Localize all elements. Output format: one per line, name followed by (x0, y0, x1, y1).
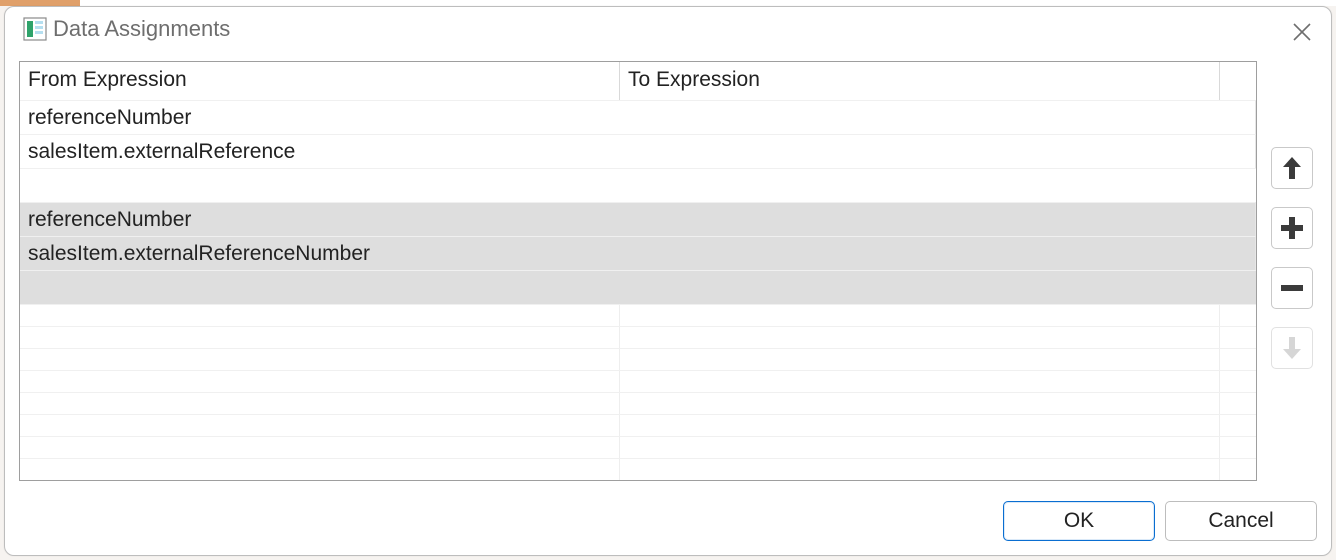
app-icon (23, 17, 47, 41)
cell-from[interactable]: referenceNumber (20, 202, 1256, 236)
move-down-button[interactable] (1271, 327, 1313, 369)
add-button[interactable] (1271, 207, 1313, 249)
cell-from[interactable]: referenceNumber (20, 100, 1256, 134)
col-header-spacer (1220, 62, 1256, 100)
ok-button[interactable]: OK (1003, 501, 1155, 541)
cell-spacer (20, 270, 1256, 304)
assignments-table[interactable]: From Expression To Expression referenceN… (19, 61, 1257, 481)
remove-button[interactable] (1271, 267, 1313, 309)
plus-icon (1279, 215, 1305, 241)
dialog-footer: OK Cancel (5, 481, 1331, 555)
cell-spacer (20, 168, 1256, 202)
dialog-title: Data Assignments (53, 17, 1287, 41)
table-header: From Expression To Expression (20, 62, 1256, 100)
table-empty-area (20, 304, 1256, 480)
data-assignments-dialog: Data Assignments From Expression To Expr… (4, 6, 1332, 556)
move-up-button[interactable] (1271, 147, 1313, 189)
dialog-body: From Expression To Expression referenceN… (5, 57, 1331, 481)
titlebar: Data Assignments (5, 7, 1331, 57)
cell-to[interactable]: salesItem.externalReference (20, 134, 1256, 168)
side-toolbar (1271, 61, 1317, 481)
close-button[interactable] (1287, 17, 1317, 47)
cell-to[interactable]: salesItem.externalReferenceNumber (20, 236, 1256, 270)
minus-icon (1279, 275, 1305, 301)
arrow-up-icon (1281, 155, 1303, 181)
arrow-down-icon (1281, 335, 1303, 361)
close-icon (1292, 22, 1312, 42)
col-header-to[interactable]: To Expression (620, 62, 1220, 100)
col-header-from[interactable]: From Expression (20, 62, 620, 100)
cancel-button[interactable]: Cancel (1165, 501, 1317, 541)
